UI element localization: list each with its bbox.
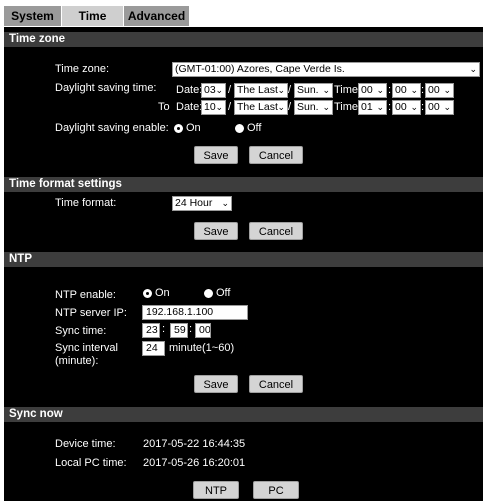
from-hour-select[interactable]: 00 ⌄ <box>358 83 387 98</box>
sync-second-input[interactable]: 00 <box>195 323 211 338</box>
from-month-value: 03 <box>204 84 216 96</box>
section-header-sync-now: Sync now <box>4 407 483 422</box>
from-day-select[interactable]: Sun. ⌄ <box>294 83 333 98</box>
device-time-value: 2017-05-22 16:44:35 <box>143 438 246 450</box>
ntp-off-label: Off <box>216 287 231 299</box>
to-month-value: 10 <box>204 101 216 113</box>
chevron-down-icon: ⌄ <box>215 85 223 95</box>
dst-off-radio[interactable] <box>235 124 244 133</box>
to-hour-select[interactable]: 01 ⌄ <box>358 100 387 115</box>
chevron-down-icon: ⌄ <box>322 102 330 112</box>
dst-enable-label: Daylight saving enable: <box>55 122 169 134</box>
colon: : <box>388 84 392 96</box>
to-day-select[interactable]: Sun. ⌄ <box>294 100 333 115</box>
chevron-down-icon: ⌄ <box>322 85 330 95</box>
sync-interval-input[interactable]: 24 <box>142 341 165 356</box>
time-format-select[interactable]: 24 Hour ⌄ <box>172 196 232 211</box>
dst-off-label: Off <box>247 122 262 134</box>
sync-ntp-button[interactable]: NTP <box>193 481 239 499</box>
sync-interval-label: Sync interval <box>55 342 118 354</box>
separator: / <box>288 101 292 113</box>
colon: : <box>162 323 166 335</box>
chevron-down-icon: ⌄ <box>376 102 384 112</box>
to-hour-value: 01 <box>361 101 373 113</box>
separator: / <box>228 84 232 96</box>
tab-system[interactable]: System <box>4 6 62 26</box>
ntp-cancel-button[interactable]: Cancel <box>249 375 303 393</box>
dst-on-label: On <box>186 122 201 134</box>
chevron-down-icon: ⌄ <box>376 85 384 95</box>
local-pc-time-value: 2017-05-26 16:20:01 <box>143 457 246 469</box>
colon: : <box>421 84 425 96</box>
ntp-on-label: On <box>155 287 170 299</box>
sync-pc-button[interactable]: PC <box>253 481 299 499</box>
sync-interval-hint: minute(1~60) <box>169 342 235 354</box>
to-month-select[interactable]: 10 ⌄ <box>201 100 226 115</box>
chevron-down-icon: ⌄ <box>221 198 229 208</box>
from-minute-value: 00 <box>395 84 407 96</box>
device-time-label: Device time: <box>55 438 116 450</box>
from-hour-value: 00 <box>361 84 373 96</box>
timezone-save-button[interactable]: Save <box>194 146 238 164</box>
time-zone-select[interactable]: (GMT-01:00) Azores, Cape Verde Is. ⌄ <box>172 62 480 77</box>
chevron-down-icon: ⌄ <box>410 102 418 112</box>
to-week-select[interactable]: The Last ⌄ <box>234 100 288 115</box>
colon: : <box>388 101 392 113</box>
to-second-select[interactable]: 00 ⌄ <box>425 100 454 115</box>
time-format-value: 24 Hour <box>175 197 213 209</box>
chevron-down-icon: ⌄ <box>277 102 285 112</box>
tab-time[interactable]: Time <box>62 6 124 26</box>
dst-on-radio[interactable] <box>174 124 183 133</box>
from-month-select[interactable]: 03 ⌄ <box>201 83 226 98</box>
time-format-label: Time format: <box>55 197 117 209</box>
format-save-button[interactable]: Save <box>194 222 238 240</box>
from-minute-select[interactable]: 00 ⌄ <box>392 83 421 98</box>
from-second-select[interactable]: 00 ⌄ <box>425 83 454 98</box>
chevron-down-icon: ⌄ <box>443 85 451 95</box>
colon: : <box>421 101 425 113</box>
section-header-ntp: NTP <box>4 252 483 267</box>
chevron-down-icon: ⌄ <box>443 102 451 112</box>
from-second-value: 00 <box>428 84 440 96</box>
format-cancel-button[interactable]: Cancel <box>249 222 303 240</box>
colon: : <box>189 323 193 335</box>
section-header-time-zone: Time zone <box>4 32 483 47</box>
tab-advanced[interactable]: Advanced <box>124 6 190 26</box>
ntp-server-label: NTP server IP: <box>55 307 127 319</box>
to-second-value: 00 <box>428 101 440 113</box>
chevron-down-icon: ⌄ <box>277 85 285 95</box>
chevron-down-icon: ⌄ <box>410 85 418 95</box>
sync-interval-unit-label: (minute): <box>55 355 99 367</box>
ntp-server-input[interactable]: 192.168.1.100 <box>142 305 248 320</box>
sync-hour-input[interactable]: 23 <box>142 323 160 338</box>
local-pc-time-label: Local PC time: <box>55 457 127 469</box>
chevron-down-icon: ⌄ <box>469 64 477 74</box>
to-label: To <box>158 101 170 113</box>
from-week-select[interactable]: The Last ⌄ <box>234 83 288 98</box>
time-zone-value: (GMT-01:00) Azores, Cape Verde Is. <box>175 63 345 75</box>
from-week-value: The Last <box>237 84 278 96</box>
timezone-cancel-button[interactable]: Cancel <box>249 146 303 164</box>
time-zone-label: Time zone: <box>55 63 110 75</box>
chevron-down-icon: ⌄ <box>215 102 223 112</box>
dst-label: Daylight saving time: <box>55 82 157 94</box>
section-header-time-format: Time format settings <box>4 177 483 192</box>
to-minute-select[interactable]: 00 ⌄ <box>392 100 421 115</box>
sync-minute-input[interactable]: 59 <box>170 323 188 338</box>
ntp-enable-label: NTP enable: <box>55 289 116 301</box>
to-date-label: Date: <box>176 101 203 113</box>
separator: / <box>288 84 292 96</box>
from-day-value: Sun. <box>297 84 319 96</box>
ntp-save-button[interactable]: Save <box>194 375 238 393</box>
separator: / <box>228 101 232 113</box>
to-minute-value: 00 <box>395 101 407 113</box>
ntp-off-radio[interactable] <box>204 289 213 298</box>
to-day-value: Sun. <box>297 101 319 113</box>
ntp-on-radio[interactable] <box>143 289 152 298</box>
from-date-label: Date: <box>176 84 203 96</box>
to-week-value: The Last <box>237 101 278 113</box>
sync-time-label: Sync time: <box>55 325 107 337</box>
